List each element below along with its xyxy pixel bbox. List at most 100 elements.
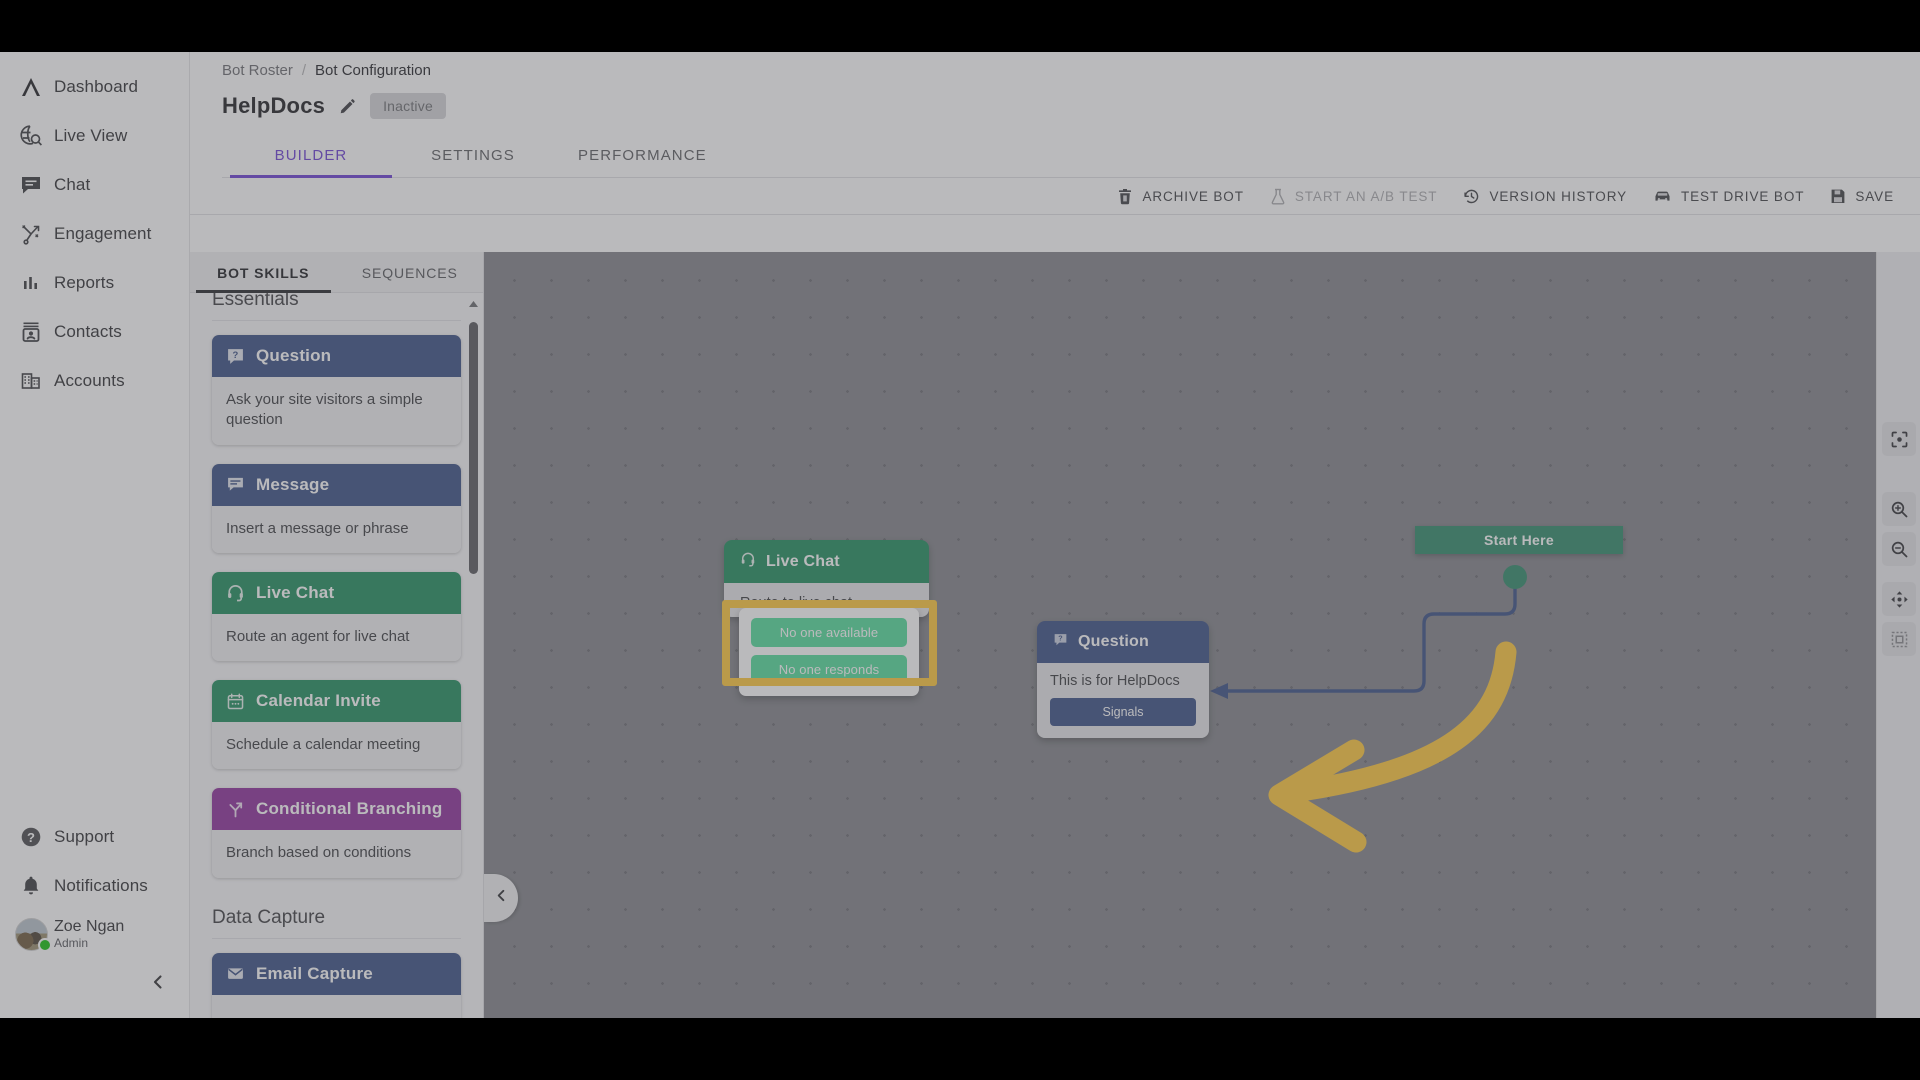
test-drive-bot-button[interactable]: TEST DRIVE BOT: [1653, 188, 1804, 205]
sidebar-primary-items: Dashboard Live View Chat Engagement Repo…: [0, 52, 189, 405]
node-live-chat-options: No one available No one responds: [739, 608, 919, 696]
help-circle-icon: ?: [8, 824, 54, 850]
group-divider: [212, 320, 461, 321]
question-bubble-icon: ?: [226, 347, 245, 366]
builder-area: BOT SKILLS SEQUENCES Essentials ? Questi…: [190, 252, 1920, 1018]
bar-chart-icon: [8, 270, 54, 296]
tab-settings[interactable]: SETTINGS: [392, 135, 554, 177]
skill-card-message[interactable]: Message Insert a message or phrase: [212, 463, 461, 553]
skill-card-description: [212, 994, 461, 1018]
option-no-one-available[interactable]: No one available: [751, 618, 907, 647]
node-live-chat[interactable]: Live Chat Route to live chat: [724, 540, 929, 617]
sidebar-collapse-button[interactable]: [0, 959, 189, 1014]
tab-performance[interactable]: PERFORMANCE: [554, 135, 731, 177]
sidebar-item-accounts[interactable]: Accounts: [0, 356, 189, 405]
node-question[interactable]: ? Question This is for HelpDocs Signals: [1037, 621, 1209, 738]
skills-list: Essentials ? Question Ask your site visi…: [190, 293, 483, 1018]
user-text: Zoe Ngan Admin: [54, 918, 124, 950]
sidebar-label: Contacts: [54, 321, 122, 341]
skills-group-title: Essentials: [212, 293, 299, 310]
sidebar-label: Dashboard: [54, 76, 139, 96]
sidebar-user-profile[interactable]: Zoe Ngan Admin: [0, 910, 189, 959]
sidebar-item-support[interactable]: ? Support: [0, 812, 189, 861]
skill-card-email-capture[interactable]: Email Capture: [212, 952, 461, 1018]
action-toolbar: ARCHIVE BOT START AN A/B TEST VERSION HI…: [190, 178, 1920, 215]
skills-scrollbar-thumb[interactable]: [469, 322, 478, 574]
trash-icon: [1117, 188, 1133, 205]
zoom-out-icon[interactable]: [1882, 532, 1916, 566]
node-live-chat-header: Live Chat: [724, 540, 929, 583]
version-history-button[interactable]: VERSION HISTORY: [1463, 188, 1627, 205]
sidebar-item-dashboard[interactable]: Dashboard: [0, 62, 189, 111]
page-tabs: BUILDER SETTINGS PERFORMANCE: [222, 135, 1920, 178]
skill-card-header: Conditional Branching: [212, 788, 461, 831]
skill-card-title: Question: [256, 346, 332, 365]
action-label: ARCHIVE BOT: [1142, 189, 1244, 204]
skill-card-title: Email Capture: [256, 963, 373, 983]
sidebar-item-reports[interactable]: Reports: [0, 258, 189, 307]
sidebar-item-engagement[interactable]: Engagement: [0, 209, 189, 258]
breadcrumb-current: Bot Configuration: [315, 62, 431, 79]
option-no-one-responds[interactable]: No one responds: [751, 655, 907, 684]
skill-card-title: Conditional Branching: [256, 799, 443, 819]
node-question-signals-button[interactable]: Signals: [1050, 698, 1196, 726]
node-question-title: Question: [1078, 633, 1149, 650]
action-label: TEST DRIVE BOT: [1681, 189, 1805, 204]
sidebar-label: Chat: [54, 174, 91, 194]
sidebar-item-notifications[interactable]: Notifications: [0, 861, 189, 910]
skill-card-calendar-invite[interactable]: Calendar Invite Schedule a calendar meet…: [212, 680, 461, 770]
skill-card-header: Message: [212, 463, 461, 506]
zoom-in-icon[interactable]: [1882, 492, 1916, 526]
tab-sequences[interactable]: SEQUENCES: [337, 252, 484, 292]
skill-card-description: Schedule a calendar meeting: [212, 722, 461, 770]
headset-icon: [226, 583, 245, 602]
tab-builder[interactable]: BUILDER: [230, 135, 392, 178]
breadcrumb: Bot Roster / Bot Configuration: [222, 62, 1920, 79]
svg-text:?: ?: [27, 830, 35, 845]
tab-bot-skills[interactable]: BOT SKILLS: [190, 252, 337, 293]
bell-icon: [8, 873, 54, 899]
engagement-play-icon: [8, 221, 54, 247]
sidebar-item-chat[interactable]: Chat: [0, 160, 189, 209]
skill-card-live-chat[interactable]: Live Chat Route an agent for live chat: [212, 571, 461, 661]
sidebar-secondary-items: ? Support Notifications Zoe Ngan Admin: [0, 812, 189, 1018]
action-label: SAVE: [1855, 189, 1894, 204]
presence-online-dot: [38, 938, 52, 952]
pan-move-icon[interactable]: [1882, 582, 1916, 616]
select-area-icon[interactable]: [1882, 622, 1916, 656]
node-start-here[interactable]: Start Here: [1415, 526, 1623, 554]
node-start-output-port[interactable]: [1503, 565, 1527, 589]
skill-card-header: ? Question: [212, 335, 461, 377]
breadcrumb-parent[interactable]: Bot Roster: [222, 62, 293, 79]
chevron-left-icon: [149, 973, 167, 996]
app-window: Dashboard Live View Chat Engagement Repo…: [0, 52, 1920, 1018]
save-button[interactable]: SAVE: [1830, 188, 1894, 205]
start-ab-test-button[interactable]: START AN A/B TEST: [1270, 188, 1438, 205]
sidebar-label: Notifications: [54, 875, 148, 895]
skill-card-question[interactable]: ? Question Ask your site visitors a simp…: [212, 335, 461, 445]
skill-card-description: Insert a message or phrase: [212, 505, 461, 553]
group-divider: [212, 937, 461, 939]
focus-target-icon[interactable]: [1882, 422, 1916, 456]
skill-card-title: Live Chat: [256, 582, 335, 602]
bot-flow-canvas[interactable]: Start Here ? Question This is for HelpDo…: [484, 252, 1920, 1018]
archive-bot-button[interactable]: ARCHIVE BOT: [1117, 188, 1243, 205]
action-label: START AN A/B TEST: [1294, 189, 1438, 204]
node-live-chat-title: Live Chat: [766, 552, 840, 570]
node-question-text: This is for HelpDocs: [1050, 673, 1180, 689]
sidebar-item-live-view[interactable]: Live View: [0, 111, 189, 160]
sidebar-label: Engagement: [54, 223, 152, 243]
skill-card-conditional-branching[interactable]: Conditional Branching Branch based on co…: [212, 788, 461, 878]
globe-search-icon: [8, 123, 54, 149]
skills-group-title: Data Capture: [212, 906, 326, 928]
pencil-icon[interactable]: [339, 98, 356, 115]
history-icon: [1463, 188, 1480, 205]
sidebar-item-contacts[interactable]: Contacts: [0, 307, 189, 356]
question-bubble-icon: ?: [1053, 632, 1068, 652]
envelope-icon: [226, 964, 245, 983]
letterbox-bottom: [0, 1018, 1920, 1080]
skills-scroll-area[interactable]: Essentials ? Question Ask your site visi…: [190, 293, 483, 1018]
user-role: Admin: [54, 935, 89, 950]
sidebar-label: Accounts: [54, 370, 125, 390]
